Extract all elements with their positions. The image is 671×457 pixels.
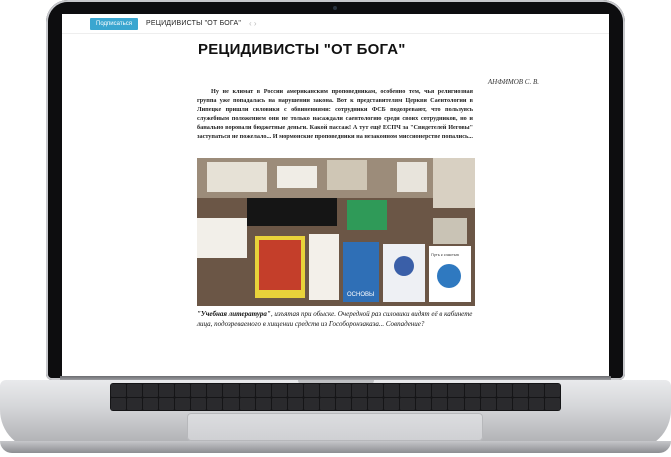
- desk-photo-image: ОСНОВЫ Путь к счастью: [197, 158, 475, 306]
- camera-icon: [333, 6, 337, 10]
- laptop-keyboard: [110, 383, 561, 411]
- nav-arrows-icon[interactable]: ‹ ›: [249, 19, 257, 28]
- top-bar: Подписаться РЕЦИДИВИСТЫ "ОТ БОГА" ‹ ›: [62, 14, 609, 34]
- subscribe-button[interactable]: Подписаться: [90, 17, 138, 30]
- book-label: Путь к счастью: [431, 252, 459, 257]
- breadcrumb: РЕЦИДИВИСТЫ "ОТ БОГА": [145, 20, 241, 27]
- laptop-screen: Подписаться РЕЦИДИВИСТЫ "ОТ БОГА" ‹ › РЕ…: [62, 14, 609, 376]
- laptop-trackpad: [187, 413, 483, 441]
- laptop-base-lip: [0, 441, 671, 453]
- article-paragraph: Ну не климат в России американским пропо…: [197, 88, 473, 140]
- photo-caption: "Учебная литература", изъятая при обыске…: [197, 310, 477, 330]
- article-photo: ОСНОВЫ Путь к счастью: [197, 158, 475, 306]
- article-author: АНФИМОВ С. В.: [487, 78, 539, 86]
- article-body: Ну не климат в России американским пропо…: [197, 88, 473, 142]
- caption-quoted: "Учебная литература": [197, 310, 271, 318]
- book-label: ОСНОВЫ: [347, 292, 374, 298]
- page-title: РЕЦИДИВИСТЫ "ОТ БОГА": [198, 41, 406, 58]
